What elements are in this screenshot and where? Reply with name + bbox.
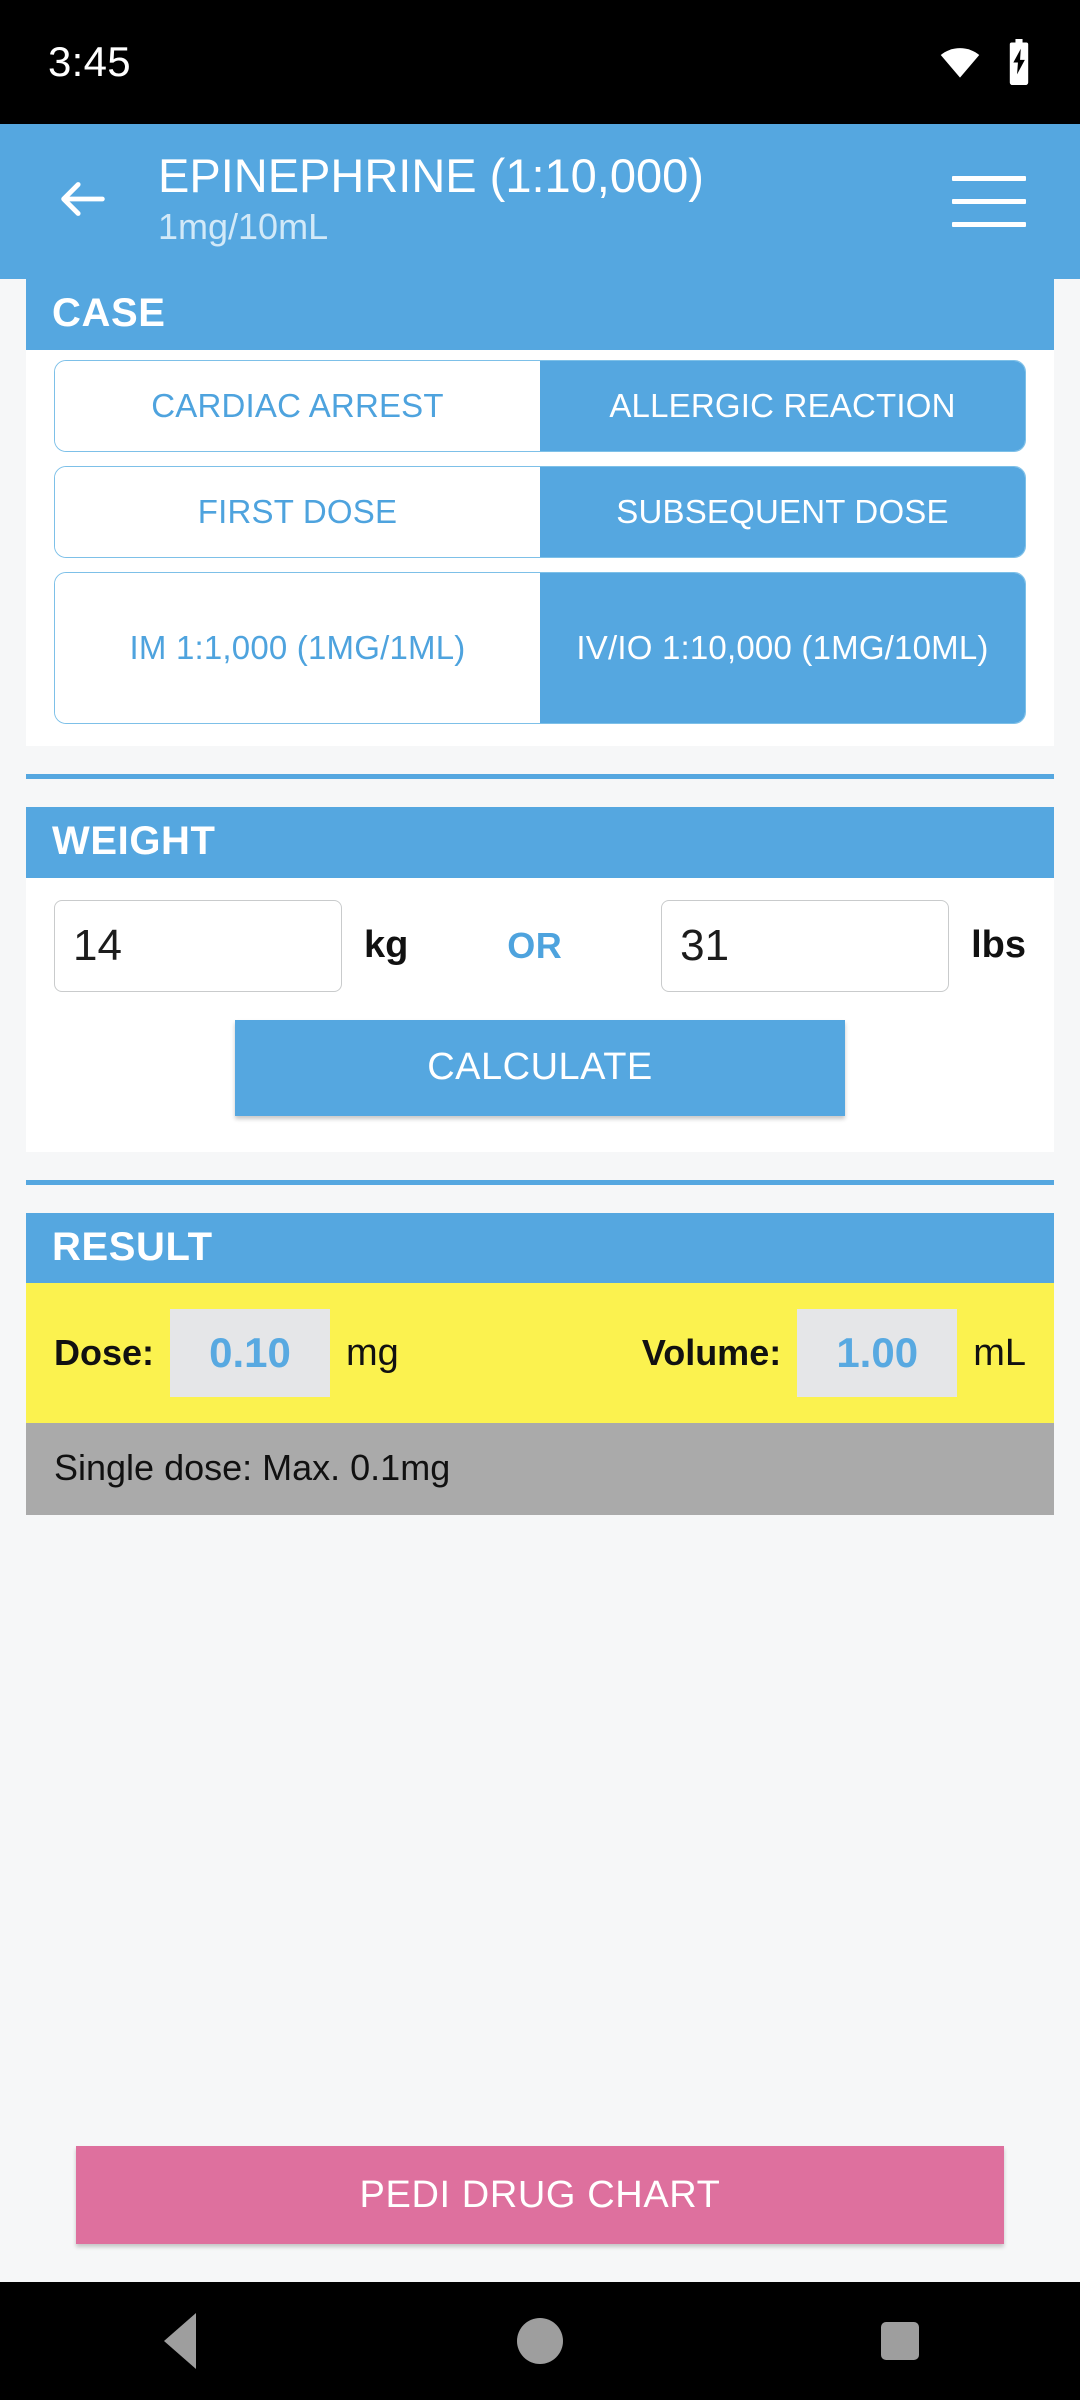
- weight-kg-input[interactable]: [54, 899, 342, 992]
- section-divider-2: [26, 1179, 1054, 1185]
- segment-allergic-reaction[interactable]: ALLERGIC REACTION: [540, 360, 1025, 451]
- menu-line-1: [952, 176, 1026, 181]
- status-icons: [938, 39, 1036, 85]
- back-arrow-icon: [54, 170, 112, 233]
- dose-label: Dose:: [54, 1332, 155, 1374]
- nav-home-button[interactable]: [465, 2282, 615, 2400]
- menu-line-2: [952, 199, 1026, 204]
- wifi-icon: [938, 40, 982, 84]
- case-section-header: CASE: [26, 279, 1054, 350]
- page-subtitle: 1mg/10mL: [158, 206, 329, 248]
- volume-unit: mL: [973, 1331, 1026, 1374]
- back-button[interactable]: [40, 159, 126, 245]
- status-clock: 3:45: [48, 38, 131, 85]
- page-title: EPINEPHRINE (1:10,000): [158, 149, 704, 203]
- nav-back-button[interactable]: [105, 2282, 255, 2400]
- route-concentration-row: IM 1:1,000 (1MG/1ML) IV/IO 1:10,000 (1MG…: [54, 571, 1026, 724]
- result-section-header: RESULT: [26, 1212, 1054, 1284]
- nav-back-triangle-icon: [164, 2313, 196, 2369]
- segment-iv-io-1-10000[interactable]: IV/IO 1:10,000 (1MG/10ML): [540, 572, 1025, 723]
- dose-unit: mg: [346, 1331, 399, 1374]
- case-toggle-group: CARDIAC ARREST ALLERGIC REACTION FIRST D…: [26, 350, 1054, 746]
- pedi-chart-row: PEDI DRUG CHART: [0, 2146, 1080, 2282]
- volume-value: 1.00: [797, 1309, 958, 1398]
- dose-order-row: FIRST DOSE SUBSEQUENT DOSE: [54, 465, 1026, 558]
- case-card: CASE CARDIAC ARREST ALLERGIC REACTION FI…: [26, 279, 1054, 746]
- case-type-row: CARDIAC ARREST ALLERGIC REACTION: [54, 359, 1026, 452]
- volume-label: Volume:: [641, 1332, 782, 1374]
- app-bar-titles: EPINEPHRINE (1:10,000) 1mg/10mL: [126, 149, 944, 248]
- dose-value: 0.10: [170, 1309, 331, 1398]
- segment-subsequent-dose[interactable]: SUBSEQUENT DOSE: [540, 466, 1025, 557]
- weight-inputs-row: kg OR lbs: [26, 878, 1054, 996]
- phone-screen: 3:45 EPINEPHRINE (1:10,000) 1mg/10mL CAS…: [0, 0, 1080, 2400]
- nav-recents-button[interactable]: [825, 2282, 975, 2400]
- section-divider-1: [26, 773, 1054, 779]
- segment-cardiac-arrest[interactable]: CARDIAC ARREST: [55, 360, 540, 451]
- calculate-button-row: CALCULATE: [26, 996, 1054, 1152]
- weight-lbs-unit-label: lbs: [971, 924, 1026, 967]
- calculate-button[interactable]: CALCULATE: [235, 1019, 845, 1116]
- main-content: CASE CARDIAC ARREST ALLERGIC REACTION FI…: [0, 279, 1080, 2282]
- app-bar: EPINEPHRINE (1:10,000) 1mg/10mL: [0, 124, 1080, 279]
- weight-or-label: OR: [507, 924, 563, 966]
- result-card: RESULT Dose: 0.10 mg Volume: 1.00 mL Sin…: [26, 1212, 1054, 1516]
- weight-kg-unit-label: kg: [364, 924, 409, 967]
- result-note: Single dose: Max. 0.1mg: [26, 1423, 1054, 1516]
- segment-first-dose[interactable]: FIRST DOSE: [55, 466, 540, 557]
- result-values-row: Dose: 0.10 mg Volume: 1.00 mL: [26, 1283, 1054, 1424]
- menu-line-3: [952, 222, 1026, 227]
- nav-recents-square-icon: [881, 2322, 919, 2360]
- weight-card: WEIGHT kg OR lbs CALCULATE: [26, 806, 1054, 1152]
- pedi-drug-chart-button[interactable]: PEDI DRUG CHART: [76, 2146, 1004, 2244]
- segment-im-1-1000[interactable]: IM 1:1,000 (1MG/1ML): [55, 572, 540, 723]
- hamburger-menu-icon[interactable]: [944, 157, 1034, 247]
- status-bar: 3:45: [0, 0, 1080, 124]
- battery-charging-icon: [1002, 39, 1036, 85]
- nav-home-circle-icon: [517, 2318, 563, 2364]
- weight-lbs-input[interactable]: [661, 899, 950, 992]
- android-nav-bar: [0, 2282, 1080, 2400]
- weight-section-header: WEIGHT: [26, 806, 1054, 878]
